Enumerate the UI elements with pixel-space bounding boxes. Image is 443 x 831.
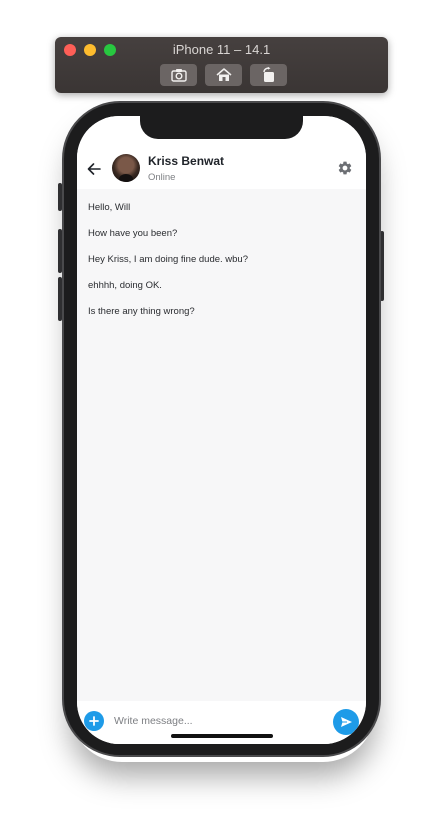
rotate-button[interactable] bbox=[250, 64, 287, 86]
simulator-window: iPhone 11 – 14.1 bbox=[55, 37, 388, 93]
home-indicator bbox=[171, 734, 273, 738]
send-icon bbox=[340, 717, 352, 727]
send-button[interactable] bbox=[333, 709, 359, 735]
message-item: Hello, Will bbox=[88, 202, 131, 213]
rotate-icon bbox=[262, 67, 274, 82]
message-item: Hey Kriss, I am doing fine dude. wbu? bbox=[88, 254, 249, 265]
home-icon bbox=[216, 68, 231, 81]
add-attachment-button[interactable] bbox=[84, 711, 104, 731]
gear-icon bbox=[338, 161, 352, 175]
message-item: How have you been? bbox=[88, 228, 178, 239]
phone-notch bbox=[140, 116, 303, 139]
screenshot-icon bbox=[170, 69, 187, 82]
screenshot-button[interactable] bbox=[160, 64, 197, 86]
plus-icon bbox=[89, 716, 99, 726]
settings-button[interactable] bbox=[337, 160, 353, 176]
message-item: ehhhh, doing OK. bbox=[88, 280, 162, 291]
message-input[interactable] bbox=[114, 711, 314, 731]
simulator-title: iPhone 11 – 14.1 bbox=[172, 42, 271, 57]
contact-avatar[interactable] bbox=[112, 154, 140, 182]
phone-screen: Kriss Benwat Online Hello, Will How have… bbox=[77, 116, 366, 744]
home-button[interactable] bbox=[205, 64, 242, 86]
back-arrow-icon bbox=[87, 163, 101, 175]
contact-status: Online bbox=[148, 172, 176, 183]
contact-name: Kriss Benwat bbox=[148, 154, 225, 168]
message-item: Is there any thing wrong? bbox=[88, 306, 195, 317]
back-button[interactable] bbox=[86, 161, 102, 177]
